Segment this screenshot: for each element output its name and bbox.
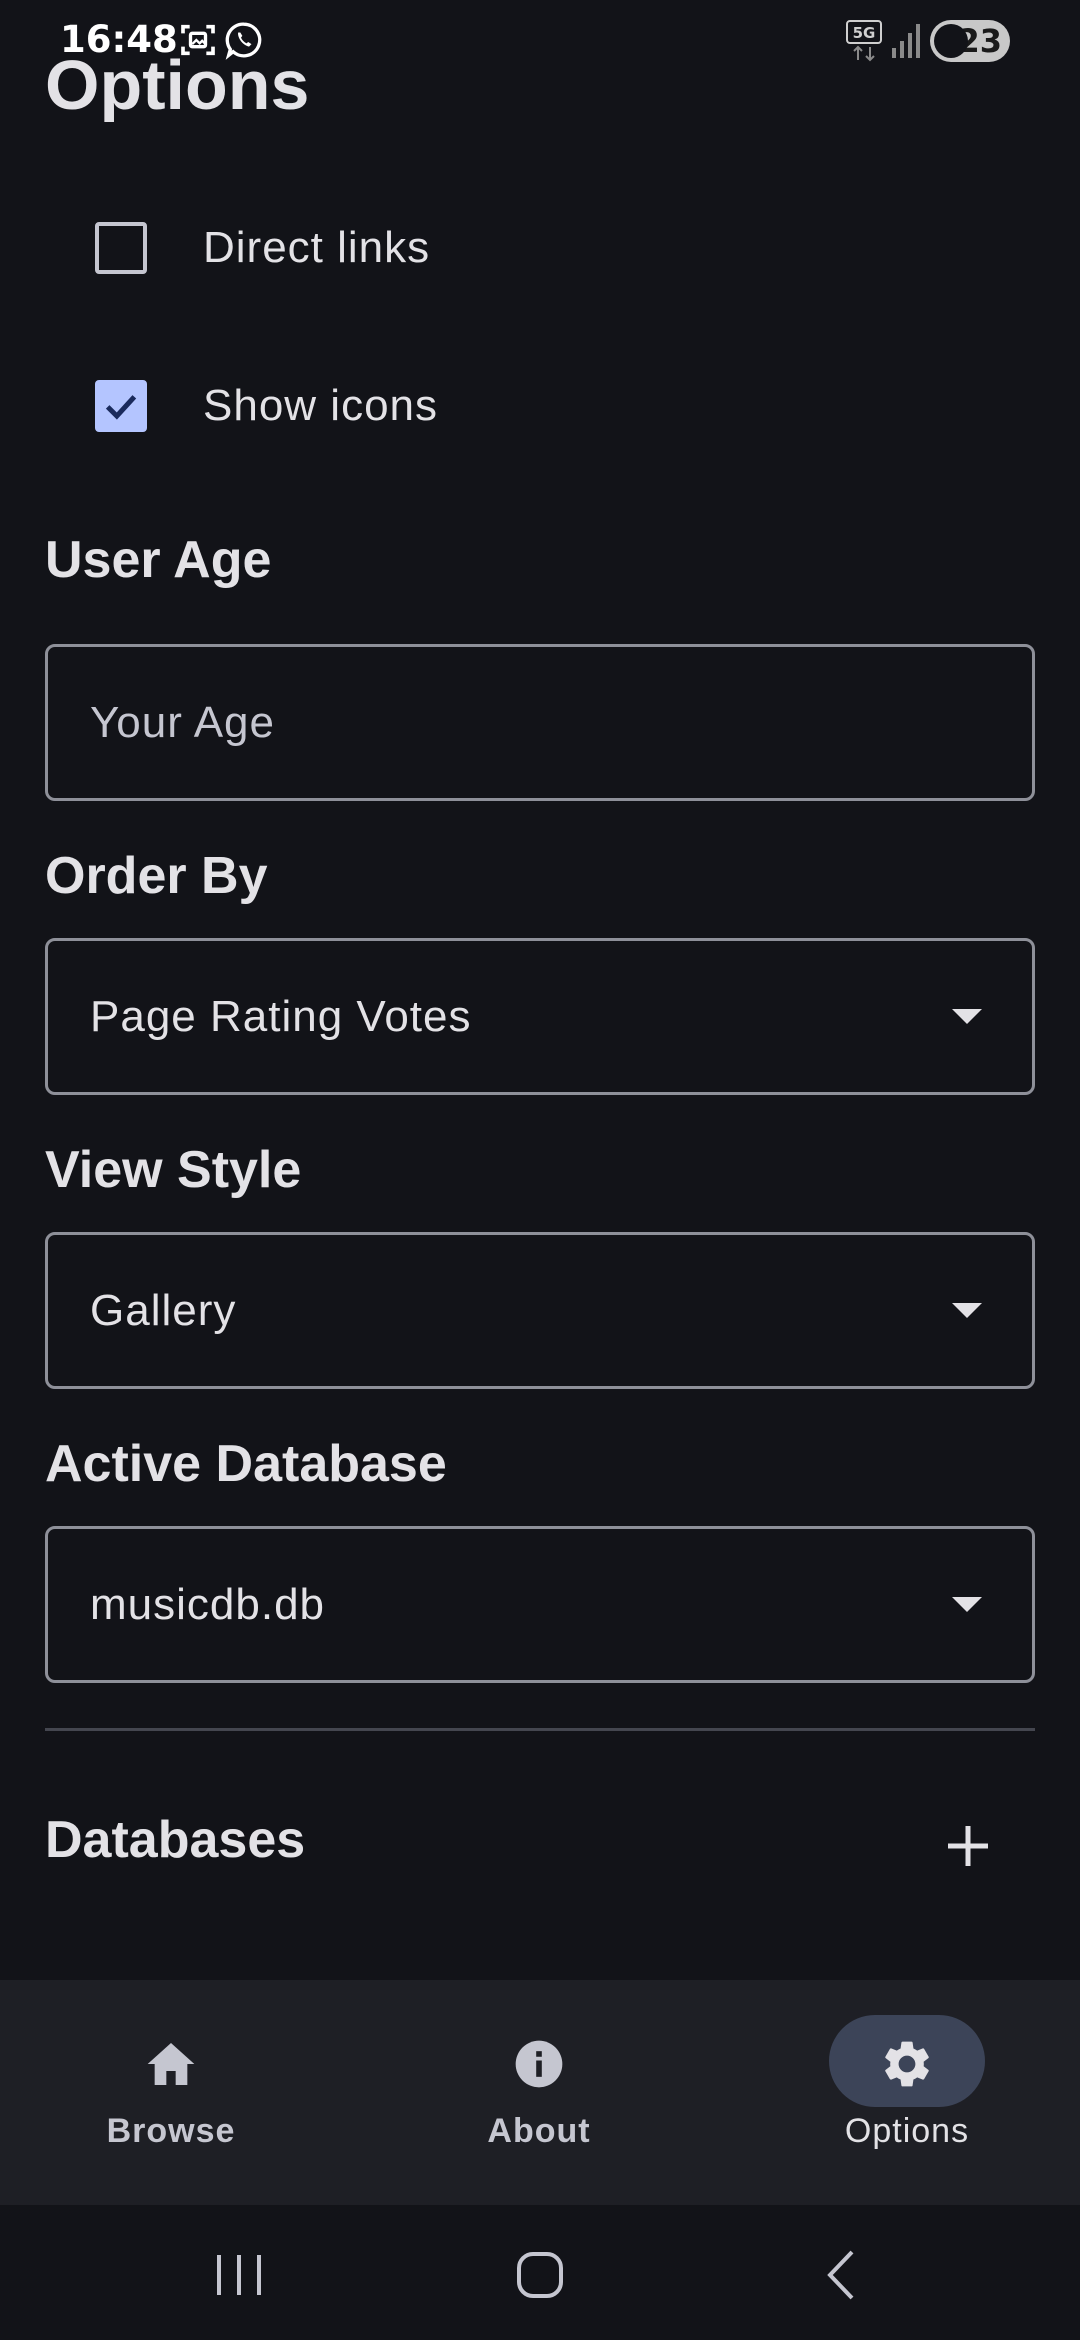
direct-links-option[interactable]: Direct links xyxy=(95,218,430,278)
view-style-heading: View Style xyxy=(45,1141,302,1199)
checkmark-icon xyxy=(105,395,137,420)
order-by-heading: Order By xyxy=(45,847,268,905)
status-time: 16:48 xyxy=(60,18,178,61)
nav-label-browse: Browse xyxy=(106,2112,236,2150)
nav-label-about: About xyxy=(487,2112,591,2150)
section-divider xyxy=(45,1728,1035,1731)
screenshot-icon xyxy=(181,24,215,56)
back-icon[interactable] xyxy=(808,2240,878,2310)
user-age-heading: User Age xyxy=(45,531,272,589)
leaf-icon xyxy=(934,24,968,58)
view-style-select[interactable]: Gallery xyxy=(45,1232,1035,1389)
recent-apps-icon[interactable] xyxy=(204,2240,274,2310)
add-database-button[interactable] xyxy=(930,1808,1006,1884)
status-bar: 16:48 5G 23 xyxy=(0,0,1080,84)
view-style-value: Gallery xyxy=(90,1286,237,1335)
show-icons-checkbox[interactable] xyxy=(95,380,147,432)
show-icons-label: Show icons xyxy=(203,381,439,430)
network-label: 5G xyxy=(853,24,876,42)
signal-icon xyxy=(892,24,920,58)
active-database-heading: Active Database xyxy=(45,1435,447,1493)
dropdown-caret-icon xyxy=(952,1597,982,1612)
nav-item-browse[interactable]: Browse xyxy=(21,1980,321,2205)
nav-item-about[interactable]: About xyxy=(389,1980,689,2205)
active-database-select[interactable]: musicdb.db xyxy=(45,1526,1035,1683)
bottom-navigation: Browse About Options xyxy=(0,1980,1080,2205)
plus-icon xyxy=(948,1826,988,1866)
system-navigation-bar xyxy=(0,2205,1080,2340)
nav-label-options: Options xyxy=(844,2112,970,2150)
active-database-value: musicdb.db xyxy=(90,1580,326,1629)
gear-icon xyxy=(885,2041,929,2087)
order-by-select[interactable]: Page Rating Votes xyxy=(45,938,1035,1095)
5g-icon: 5G xyxy=(846,20,882,62)
home-button-icon[interactable] xyxy=(505,2240,575,2310)
user-age-input[interactable] xyxy=(90,647,990,798)
nav-item-options[interactable]: Options xyxy=(757,1980,1057,2205)
whatsapp-icon xyxy=(225,22,262,60)
info-icon xyxy=(515,2040,563,2088)
show-icons-option[interactable]: Show icons xyxy=(95,376,438,436)
databases-heading: Databases xyxy=(45,1811,306,1869)
direct-links-label: Direct links xyxy=(203,223,431,272)
order-by-value: Page Rating Votes xyxy=(90,992,472,1041)
home-icon xyxy=(147,2043,195,2085)
user-age-field[interactable] xyxy=(45,644,1035,801)
direct-links-checkbox[interactable] xyxy=(95,222,147,274)
dropdown-caret-icon xyxy=(952,1009,982,1024)
options-content: Options Direct links Show icons User Age… xyxy=(0,0,1080,1980)
dropdown-caret-icon xyxy=(952,1303,982,1318)
